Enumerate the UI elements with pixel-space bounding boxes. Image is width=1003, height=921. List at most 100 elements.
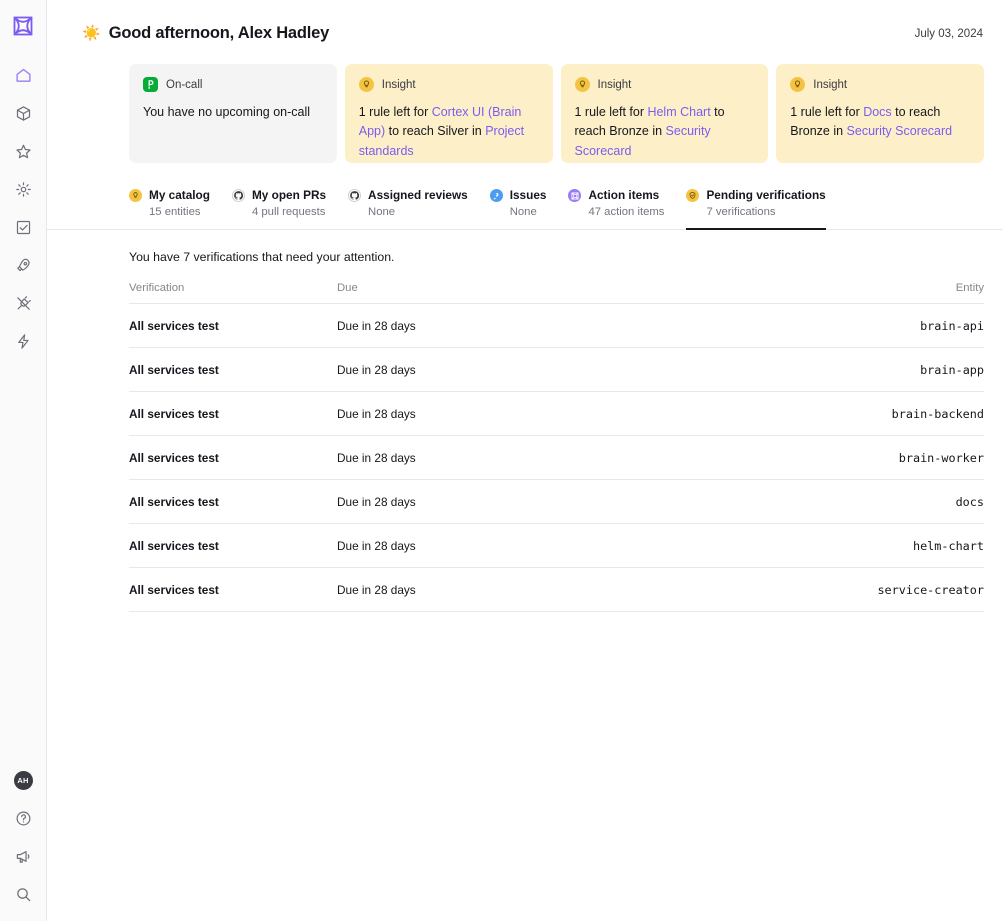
avatar-initials: AH xyxy=(13,770,33,790)
tab-pending-verifications[interactable]: Pending verifications 7 verifications xyxy=(686,188,847,230)
cell-due: Due in 28 days xyxy=(337,435,744,480)
card-label: Insight xyxy=(381,78,416,91)
sidebar-nav-top xyxy=(0,56,47,360)
sidebar-item-initiatives[interactable] xyxy=(0,208,47,246)
sidebar-item-scorecards[interactable] xyxy=(0,132,47,170)
sidebar-item-settings[interactable] xyxy=(0,170,47,208)
cell-verification[interactable]: All services test xyxy=(129,479,337,524)
tab-title: My catalog xyxy=(149,188,210,202)
card-text: to reach Silver in xyxy=(385,124,486,139)
table-row[interactable]: All services test Due in 28 days brain-app xyxy=(129,347,984,392)
cell-due: Due in 28 days xyxy=(337,567,744,612)
card-header: Insight xyxy=(574,77,755,92)
cell-verification[interactable]: All services test xyxy=(129,567,337,612)
jira-icon xyxy=(489,189,503,202)
cell-entity[interactable]: brain-backend xyxy=(744,391,984,436)
lightbulb-icon xyxy=(129,189,142,202)
sidebar-item-eng-intelligence[interactable] xyxy=(0,246,47,284)
table-row[interactable]: All services test Due in 28 days brain-api xyxy=(129,303,984,348)
help-circle-icon xyxy=(16,811,30,825)
oncall-card[interactable]: On-call You have no upcoming on-call xyxy=(129,64,337,163)
tab-title: My open PRs xyxy=(251,188,327,202)
card-header: On-call xyxy=(143,77,323,92)
cell-entity[interactable]: helm-chart xyxy=(744,523,984,568)
user-avatar[interactable]: AH xyxy=(0,761,47,799)
sidebar-item-integrations[interactable] xyxy=(0,284,47,322)
table-row[interactable]: All services test Due in 28 days helm-char… xyxy=(129,523,984,568)
verifications-table: Verification Due Entity All services tes… xyxy=(129,281,984,612)
insight-card[interactable]: Insight 1 rule left for Cortex UI (Brain … xyxy=(344,64,553,163)
shield-icon xyxy=(686,189,700,202)
tab-subtitle: None xyxy=(509,205,537,218)
card-link[interactable]: Docs xyxy=(863,105,891,119)
help-button[interactable] xyxy=(0,799,47,837)
cube-icon xyxy=(16,105,30,121)
attention-text: You have 7 verifications that need your … xyxy=(129,249,395,264)
lightbulb-icon xyxy=(574,77,590,92)
lightbulb-icon xyxy=(358,77,374,92)
cell-entity[interactable]: brain-app xyxy=(744,347,984,392)
cell-due: Due in 28 days xyxy=(337,523,744,568)
tab-text: My catalog 15 entities xyxy=(149,188,210,221)
tab-assigned-reviews[interactable]: Assigned reviews None xyxy=(348,188,490,229)
search-button[interactable] xyxy=(0,875,47,913)
gear-icon xyxy=(15,181,31,197)
table-row[interactable]: All services test Due in 28 days brain-bac… xyxy=(129,391,984,436)
card-link[interactable]: Security Scorecard xyxy=(847,124,953,138)
app-logo[interactable] xyxy=(0,0,47,52)
sidebar-item-home[interactable] xyxy=(0,56,47,94)
card-text: 1 rule left for xyxy=(790,105,864,119)
main-content: ☀️ Good afternoon, Alex Hadley July 03, … xyxy=(47,0,1003,921)
card-body: 1 rule left for Cortex UI (Brain App) to… xyxy=(359,103,539,161)
table-row[interactable]: All services test Due in 28 days service-c… xyxy=(129,567,984,612)
tab-title: Assigned reviews xyxy=(368,188,468,202)
column-header-due[interactable]: Due xyxy=(337,281,744,304)
insight-card[interactable]: Insight 1 rule left for Helm Chart to rea… xyxy=(560,64,769,163)
tab-action-items[interactable]: Action items 47 action items xyxy=(568,188,686,229)
tab-my-open-prs[interactable]: My open PRs 4 pull requests xyxy=(231,188,348,229)
cell-entity[interactable]: docs xyxy=(744,479,984,524)
tab-issues[interactable]: Issues None xyxy=(489,188,569,229)
tab-text: Issues None xyxy=(510,188,547,221)
cell-verification[interactable]: All services test xyxy=(129,391,337,436)
table-row[interactable]: All services test Due in 28 days brain-wor… xyxy=(129,435,984,480)
checkbox-icon xyxy=(16,220,30,234)
github-icon xyxy=(348,189,362,202)
card-header: Insight xyxy=(790,77,970,92)
cell-entity[interactable]: brain-api xyxy=(744,303,984,348)
sun-icon: ☀️ xyxy=(82,25,101,42)
announcements-button[interactable] xyxy=(0,837,47,875)
insight-card[interactable]: Insight 1 rule left for Docs to reach Bro… xyxy=(776,64,984,163)
cell-verification[interactable]: All services test xyxy=(129,303,337,348)
cell-entity[interactable]: brain-worker xyxy=(744,435,984,480)
cell-verification[interactable]: All services test xyxy=(129,523,337,568)
column-header-verification[interactable]: Verification xyxy=(129,281,337,304)
column-header-entity[interactable]: Entity xyxy=(744,281,984,304)
star-icon xyxy=(15,144,31,158)
tab-subtitle: 7 verifications xyxy=(706,205,776,218)
table-row[interactable]: All services test Due in 28 days docs xyxy=(129,479,984,524)
tab-subtitle: 4 pull requests xyxy=(251,205,326,218)
page-header: ☀️ Good afternoon, Alex Hadley July 03, … xyxy=(47,0,1003,52)
verifications-section: You have 7 verifications that need your … xyxy=(47,230,1003,612)
tab-subtitle: 47 action items xyxy=(588,205,665,218)
card-text: 1 rule left for xyxy=(358,105,432,119)
cell-due: Due in 28 days xyxy=(337,303,744,348)
tab-title: Pending verifications xyxy=(706,188,826,202)
cell-verification[interactable]: All services test xyxy=(129,347,337,392)
card-link[interactable]: Helm Chart xyxy=(647,105,710,119)
cell-entity[interactable]: service-creator xyxy=(744,567,984,612)
summary-cards: On-call You have no upcoming on-call Insig… xyxy=(47,52,1003,163)
cell-verification[interactable]: All services test xyxy=(129,435,337,480)
card-label: Insight xyxy=(813,78,848,91)
card-label: On-call xyxy=(166,78,203,91)
sidebar-item-workflows[interactable] xyxy=(0,322,47,360)
github-icon xyxy=(231,189,245,202)
sidebar-item-catalog[interactable] xyxy=(0,94,47,132)
megaphone-icon xyxy=(16,850,29,863)
pagerduty-icon xyxy=(143,77,158,92)
card-body: 1 rule left for Docs to reach Bronze in … xyxy=(790,103,970,142)
tab-my-catalog[interactable]: My catalog 15 entities xyxy=(129,188,232,229)
tab-text: Pending verifications 7 verifications xyxy=(706,188,825,221)
table-body: All services test Due in 28 days brain-api… xyxy=(129,303,984,612)
